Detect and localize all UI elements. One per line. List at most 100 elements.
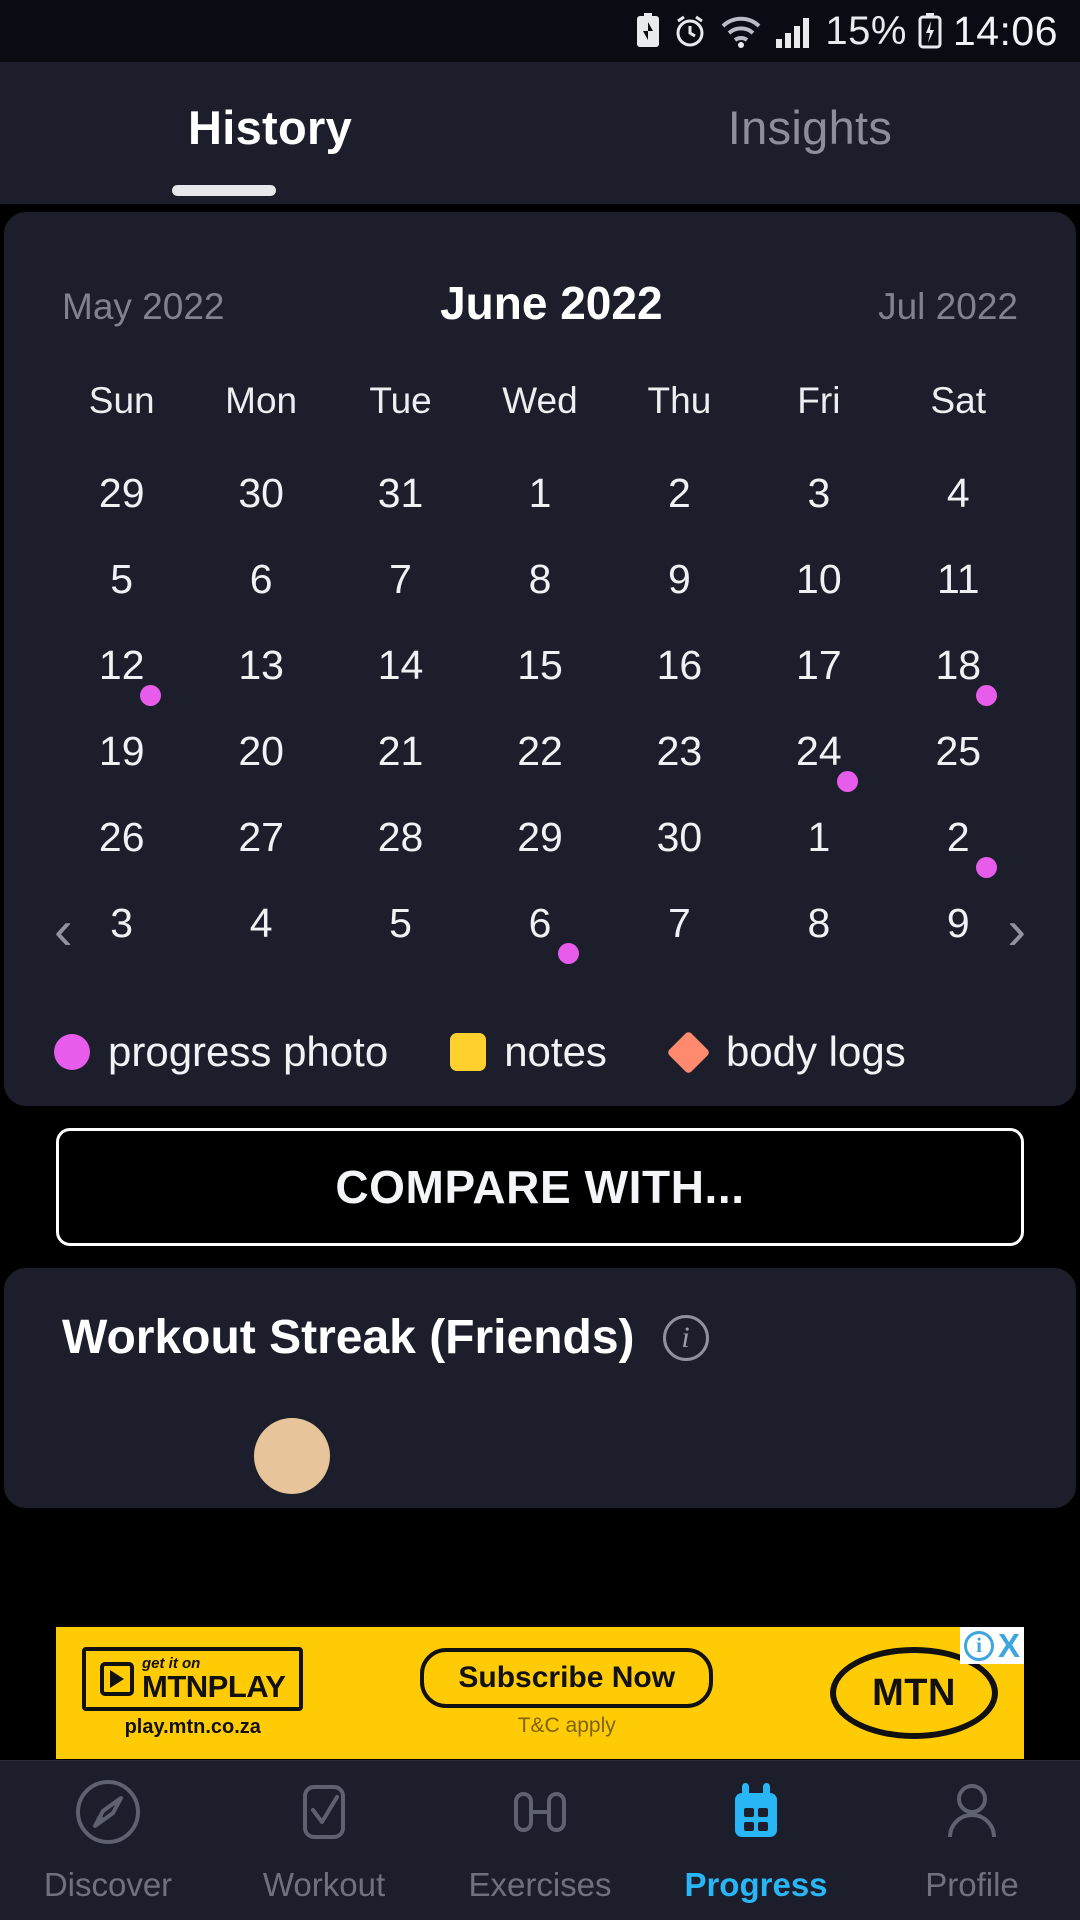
calendar-day-cell[interactable]: 3: [52, 880, 191, 966]
calendar-day-cell[interactable]: 23: [610, 708, 749, 794]
calendar-day-cell[interactable]: 9: [610, 536, 749, 622]
calendar-day-cell[interactable]: 17: [749, 622, 888, 708]
nav-item-progress[interactable]: Progress: [648, 1777, 864, 1904]
workout-streak-header: Workout Streak (Friends) i: [4, 1310, 1076, 1365]
nav-item-workout[interactable]: Workout: [216, 1777, 432, 1904]
ad-close-icon[interactable]: X: [998, 1629, 1020, 1662]
calendar-day-number: 5: [389, 899, 412, 946]
legend-label: body logs: [725, 1028, 906, 1075]
calendar-day-number: 2: [946, 813, 970, 860]
calendar-day-cell[interactable]: 1: [749, 794, 888, 880]
calendar-day-number: 25: [935, 727, 982, 774]
calendar-day-cell[interactable]: 1: [470, 450, 609, 536]
tab-history[interactable]: History: [0, 62, 540, 155]
calendar-day-cell[interactable]: 9: [889, 880, 1028, 966]
current-month-label: June 2022: [440, 277, 663, 329]
calendar-header: May 2022 June 2022 Jul 2022: [4, 246, 1076, 330]
calendar-day-number: 8: [528, 555, 552, 602]
legend-item-notes: notes: [450, 1028, 607, 1076]
nav-item-profile[interactable]: Profile: [864, 1777, 1080, 1904]
calendar-day-cell[interactable]: 24: [749, 708, 888, 794]
calendar-day-number: 18: [935, 641, 982, 688]
calendar-day-cell[interactable]: 11: [889, 536, 1028, 622]
calendar-day-number: 4: [946, 469, 970, 516]
calendar-day-cell[interactable]: 8: [470, 536, 609, 622]
calendar-day-cell[interactable]: 19: [52, 708, 191, 794]
calendar-day-cell[interactable]: 10: [749, 536, 888, 622]
calendar-day-cell[interactable]: 2: [610, 450, 749, 536]
compare-with-button[interactable]: COMPARE WITH...: [56, 1128, 1024, 1246]
calendar-day-cell[interactable]: 18: [889, 622, 1028, 708]
legend-item-body-logs: body logs: [666, 1028, 906, 1076]
weekday-label: Sat: [930, 380, 987, 421]
calendar-day-cell[interactable]: 5: [52, 536, 191, 622]
workout-streak-card: Workout Streak (Friends) i: [4, 1268, 1076, 1508]
weekday-label: Fri: [797, 380, 841, 421]
info-icon[interactable]: i: [662, 1314, 709, 1361]
calendar-day-cell[interactable]: 13: [191, 622, 330, 708]
person-icon: [937, 1777, 1007, 1852]
workout-streak-title: Workout Streak (Friends): [62, 1311, 635, 1364]
weekday-header-row: Sun Mon Tue Wed Thu Fri Sat: [4, 380, 1076, 422]
calendar-day-cell[interactable]: 12: [52, 622, 191, 708]
adchoices-info-icon[interactable]: i: [963, 1630, 994, 1661]
calendar-day-number: 29: [517, 813, 563, 860]
calendar-day-cell[interactable]: 8: [749, 880, 888, 966]
calendar-day-cell[interactable]: 3: [749, 450, 888, 536]
calendar-day-cell[interactable]: 28: [331, 794, 470, 880]
calendar-day-cell[interactable]: 4: [889, 450, 1028, 536]
calendar-day-cell[interactable]: 27: [191, 794, 330, 880]
battery-charging-icon: [918, 13, 942, 49]
calendar-day-cell[interactable]: 14: [331, 622, 470, 708]
compare-button-container: COMPARE WITH...: [0, 1106, 1080, 1246]
nav-item-discover[interactable]: Discover: [0, 1777, 216, 1904]
calendar-day-cell[interactable]: 4: [191, 880, 330, 966]
calendar-day-cell[interactable]: 6: [191, 536, 330, 622]
tab-insights[interactable]: Insights: [540, 62, 1080, 155]
calendar-day-number: 9: [668, 555, 691, 602]
checkbox-check-icon: [289, 1777, 359, 1852]
ad-mtnplay-badge: get it on MTNPLAY: [82, 1647, 304, 1711]
calendar-day-number: 3: [110, 899, 134, 946]
calendar-day-number: 15: [517, 641, 563, 688]
calendar-day-number: 3: [807, 469, 831, 516]
nav-item-exercises[interactable]: Exercises: [432, 1777, 648, 1904]
calendar-day-cell[interactable]: 2: [889, 794, 1028, 880]
ad-banner[interactable]: get it on MTNPLAY play.mtn.co.za Subscri…: [56, 1627, 1024, 1759]
legend-label: progress photo: [108, 1028, 389, 1075]
weekday-label: Thu: [647, 380, 712, 421]
ad-brand-label: MTNPLAY: [142, 1669, 286, 1704]
legend-item-progress-photo: progress photo: [54, 1028, 388, 1076]
prev-month-label[interactable]: May 2022: [62, 286, 225, 328]
calendar-day-cell[interactable]: 6: [470, 880, 609, 966]
calendar-day-cell[interactable]: 5: [331, 880, 470, 966]
calendar-day-cell[interactable]: 21: [331, 708, 470, 794]
calendar-day-cell[interactable]: 31: [331, 450, 470, 536]
calendar-day-cell[interactable]: 25: [889, 708, 1028, 794]
calendar-day-number: 11: [937, 555, 980, 602]
progress-photo-marker-icon: [836, 771, 858, 792]
calendar-day-number: 1: [528, 469, 552, 516]
calendar-day-number: 28: [377, 813, 424, 860]
calendar-day-cell[interactable]: 30: [610, 794, 749, 880]
calendar-day-number: 23: [656, 727, 703, 774]
ad-cta-block: Subscribe Now T&C apply: [420, 1648, 714, 1738]
calendar-day-cell[interactable]: 26: [52, 794, 191, 880]
calendar-day-cell[interactable]: 29: [470, 794, 609, 880]
weekday-label: Sun: [88, 380, 155, 421]
calendar-day-cell[interactable]: 29: [52, 450, 191, 536]
calendar-day-number: 19: [98, 727, 145, 774]
calendar-day-cell[interactable]: 7: [610, 880, 749, 966]
avatar: [254, 1418, 330, 1494]
calendar-day-cell[interactable]: 15: [470, 622, 609, 708]
weekday-label: Tue: [369, 380, 432, 421]
calendar-day-cell[interactable]: 16: [610, 622, 749, 708]
calendar-card: May 2022 June 2022 Jul 2022 ‹ › Sun Mon …: [4, 212, 1076, 1106]
calendar-day-number: 13: [238, 641, 284, 688]
ad-subscribe-button[interactable]: Subscribe Now: [420, 1648, 714, 1708]
calendar-day-cell[interactable]: 30: [191, 450, 330, 536]
next-month-label[interactable]: Jul 2022: [878, 286, 1018, 328]
calendar-day-cell[interactable]: 22: [470, 708, 609, 794]
calendar-day-cell[interactable]: 20: [191, 708, 330, 794]
calendar-day-cell[interactable]: 7: [331, 536, 470, 622]
